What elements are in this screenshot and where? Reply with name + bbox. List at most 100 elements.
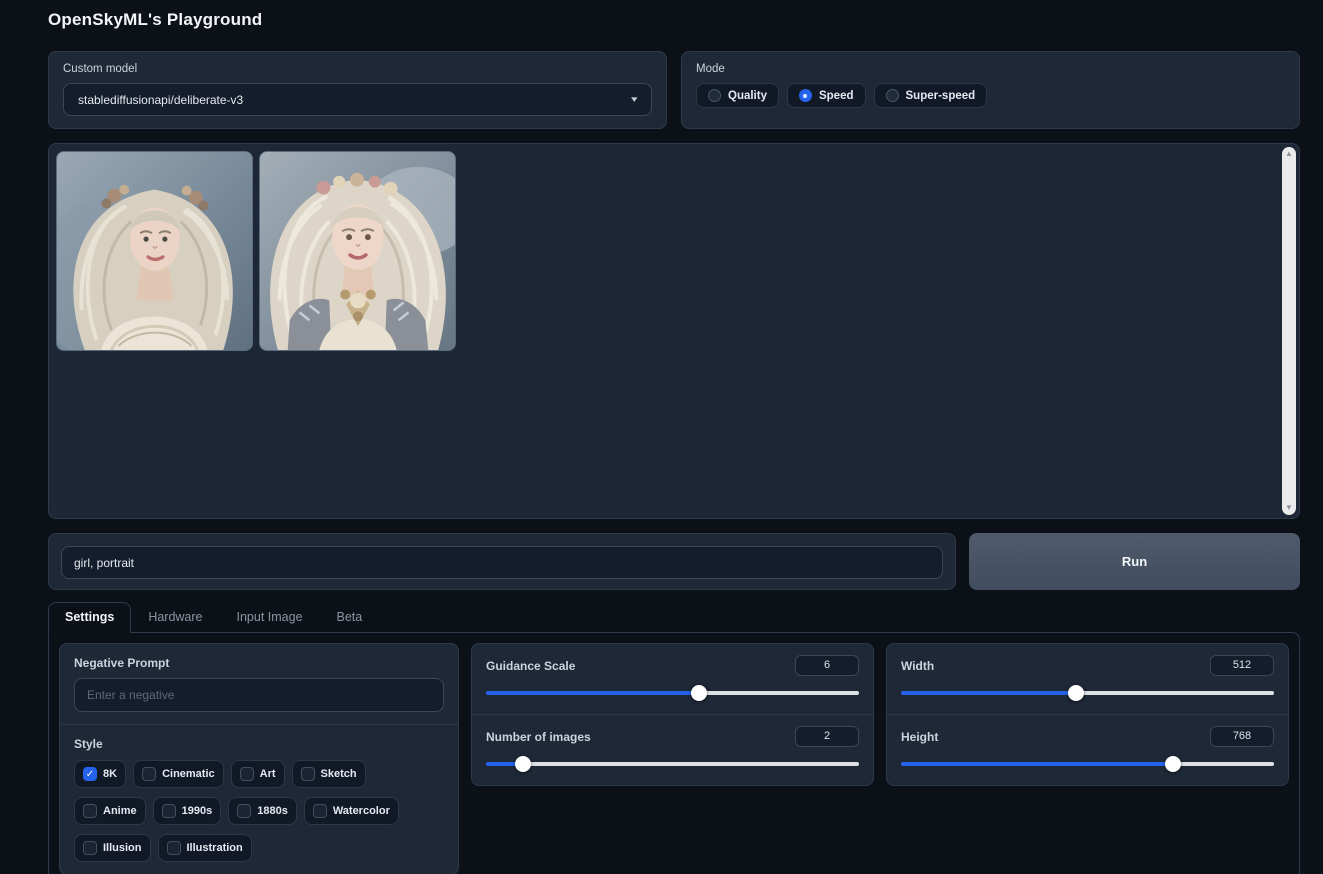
negative-style-panel: Negative Prompt Style ✓ 8K Cinematic Art Ske… — [59, 643, 459, 874]
checkbox-icon — [312, 804, 327, 818]
gallery-image-1[interactable] — [56, 151, 253, 351]
style-option-label: Sketch — [320, 768, 357, 780]
slider-height[interactable] — [901, 756, 1274, 772]
tab-bar: Settings Hardware Input Image Beta — [48, 602, 1300, 633]
checkbox-icon — [237, 804, 252, 818]
custom-model-label: Custom model — [63, 63, 138, 75]
slider-header: Width 512 — [901, 655, 1274, 676]
slider-value-width[interactable]: 512 — [1210, 655, 1274, 676]
page-title: OpenSkyML's Playground — [48, 10, 263, 29]
style-option-1880s[interactable]: 1880s — [228, 797, 297, 825]
checkbox-icon — [166, 841, 181, 855]
style-option-illustration[interactable]: Illustration — [157, 834, 252, 862]
style-option-illusion[interactable]: Illusion — [74, 834, 151, 862]
slider-track[interactable] — [486, 691, 859, 695]
panel-divider — [60, 724, 458, 725]
checkbox-icon — [83, 804, 97, 818]
style-option-sketch[interactable]: Sketch — [291, 760, 366, 788]
slider-thumb[interactable] — [1165, 756, 1182, 772]
scroll-down-icon[interactable]: ▼ — [1285, 501, 1293, 515]
custom-model-value: stablediffusionapi/deliberate-v3 — [78, 92, 244, 107]
gallery-scrollbar[interactable]: ▲ ▼ — [1282, 147, 1296, 515]
tab-settings[interactable]: Settings — [48, 602, 132, 633]
checkbox-icon — [83, 841, 97, 855]
style-option-watercolor[interactable]: Watercolor — [303, 797, 399, 825]
slider-header: Guidance Scale 6 — [486, 655, 859, 676]
style-option-anime[interactable]: Anime — [74, 797, 146, 825]
style-option-1990s[interactable]: 1990s — [152, 797, 222, 825]
slider-label-guidance-scale: Guidance Scale — [486, 658, 576, 673]
slider-guidance-scale[interactable] — [486, 685, 859, 701]
style-option-8k[interactable]: ✓ 8K — [74, 760, 127, 788]
prompt-input[interactable] — [61, 546, 943, 579]
mode-option-super-speed[interactable]: Super-speed — [873, 83, 988, 108]
mode-option-label: Speed — [818, 89, 854, 102]
generation-sliders-panel: Guidance Scale 6 Number of images 2 — [471, 643, 874, 786]
slider-track[interactable] — [486, 762, 859, 766]
run-button[interactable]: Run — [969, 533, 1300, 590]
style-label: Style — [74, 737, 103, 751]
output-gallery: ▲ ▼ — [48, 143, 1300, 519]
radio-icon — [708, 89, 721, 102]
checkbox-icon — [161, 804, 176, 818]
prompt-row: Run — [48, 533, 1300, 590]
slider-group-width: Width 512 — [887, 644, 1288, 714]
slider-label-width: Width — [901, 658, 935, 673]
slider-thumb[interactable] — [690, 685, 707, 701]
gallery-image-2[interactable] — [259, 151, 456, 351]
slider-label-number-of-images: Number of images — [486, 729, 591, 744]
prompt-panel — [48, 533, 956, 590]
slider-value-number-of-images[interactable]: 2 — [795, 726, 859, 747]
slider-width[interactable] — [901, 685, 1274, 701]
tab-hardware[interactable]: Hardware — [131, 602, 219, 632]
dimension-sliders-panel: Width 512 Height 768 — [886, 643, 1289, 786]
slider-thumb[interactable] — [1068, 685, 1085, 701]
mode-option-speed[interactable]: Speed — [786, 83, 866, 108]
mode-option-quality[interactable]: Quality — [696, 83, 779, 108]
checkbox-icon — [142, 767, 157, 781]
style-option-label: Cinematic — [162, 768, 215, 780]
custom-model-dropdown[interactable]: stablediffusionapi/deliberate-v3 ▾ — [63, 83, 652, 116]
negative-prompt-label: Negative Prompt — [74, 656, 170, 670]
mode-panel: Mode Quality Speed Super-speed — [681, 51, 1300, 129]
checkbox-checked-icon: ✓ — [83, 767, 97, 781]
tab-beta[interactable]: Beta — [320, 602, 380, 632]
slider-value-guidance-scale[interactable]: 6 — [795, 655, 859, 676]
style-option-art[interactable]: Art — [230, 760, 285, 788]
slider-thumb[interactable] — [515, 756, 532, 772]
slider-group-height: Height 768 — [887, 714, 1288, 785]
top-row: Custom model stablediffusionapi/delibera… — [48, 51, 1300, 129]
tab-input-image[interactable]: Input Image — [220, 602, 320, 632]
radio-selected-icon — [798, 89, 812, 102]
slider-value-height[interactable]: 768 — [1210, 726, 1274, 747]
slider-track[interactable] — [901, 762, 1274, 766]
slider-header: Height 768 — [901, 726, 1274, 747]
style-option-label: Illusion — [103, 842, 142, 854]
slider-group-guidance-scale: Guidance Scale 6 — [472, 644, 873, 714]
negative-prompt-input[interactable] — [74, 678, 444, 712]
chevron-down-icon[interactable]: ▾ — [632, 94, 638, 105]
checkbox-icon — [239, 767, 254, 781]
radio-icon — [885, 89, 899, 102]
style-option-label: Art — [259, 768, 276, 780]
settings-tabs: Settings Hardware Input Image Beta Negative… — [48, 602, 1300, 874]
gallery-thumbnails — [56, 151, 1292, 351]
style-option-label: Anime — [103, 805, 137, 817]
scroll-up-icon[interactable]: ▲ — [1285, 147, 1293, 161]
style-option-label: 1880s — [257, 805, 288, 817]
style-option-label: 1990s — [181, 805, 213, 817]
slider-track[interactable] — [901, 691, 1274, 695]
playground-app: OpenSkyML's Playground Custom model stab… — [48, 0, 1300, 874]
portrait-2-image — [260, 152, 455, 350]
settings-tab-content: Negative Prompt Style ✓ 8K Cinematic Art Ske… — [48, 632, 1300, 874]
slider-number-of-images[interactable] — [486, 756, 859, 772]
custom-model-panel: Custom model stablediffusionapi/delibera… — [48, 51, 667, 129]
slider-label-height: Height — [901, 729, 939, 744]
mode-radio-group: Quality Speed Super-speed — [696, 83, 1285, 108]
mode-option-label: Quality — [728, 89, 767, 102]
style-option-label: Watercolor — [332, 805, 390, 817]
style-option-cinematic[interactable]: Cinematic — [133, 760, 224, 788]
slider-header: Number of images 2 — [486, 726, 859, 747]
portrait-1-image — [57, 152, 252, 350]
mode-label: Mode — [696, 63, 725, 75]
